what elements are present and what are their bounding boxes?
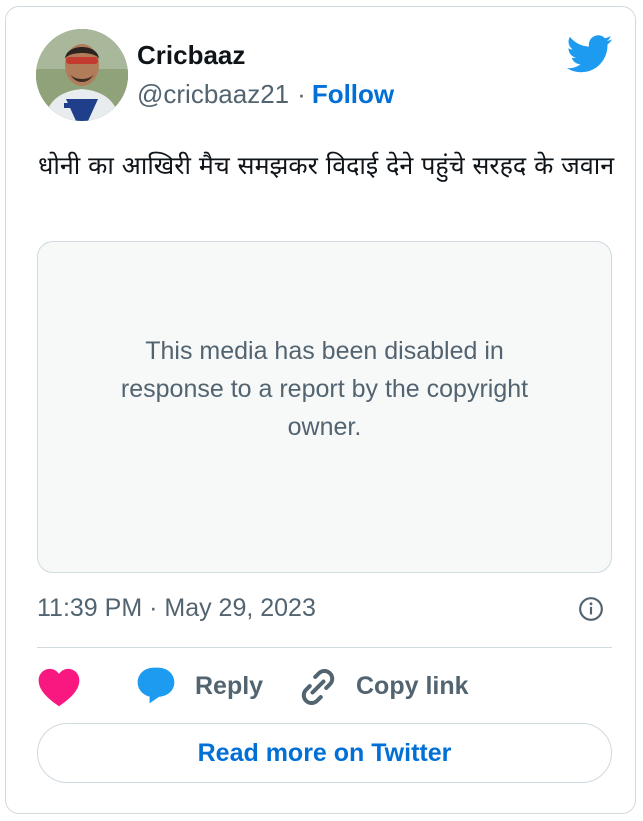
reply-button[interactable]: Reply [195, 671, 263, 701]
tweet-text: धोनी का आखिरी मैच समझकर विदाई देने पहुंच… [38, 151, 615, 180]
author-handle-row: @cricbaaz21 · Follow [137, 79, 394, 109]
read-more-button[interactable]: Read more on Twitter [37, 723, 612, 783]
tweet-actions: Reply Copy link [6, 663, 635, 707]
reply-bubble-icon[interactable] [133, 663, 179, 707]
twitter-bird-icon[interactable] [567, 35, 613, 73]
heart-icon[interactable] [37, 667, 81, 707]
avatar[interactable] [36, 29, 128, 121]
copy-link-button[interactable]: Copy link [356, 671, 469, 701]
info-icon[interactable] [578, 596, 604, 622]
author-handle[interactable]: @cricbaaz21 [137, 79, 289, 109]
tweet-timestamp[interactable]: 11:39 PM · May 29, 2023 [37, 592, 316, 624]
tweet-card: Cricbaaz @cricbaaz21 · Follow धोनी का आखिर… [5, 6, 636, 814]
disabled-media-placeholder: This media has been disabled in response… [37, 241, 612, 573]
separator-dot: · [297, 79, 306, 109]
link-icon[interactable] [296, 665, 340, 709]
follow-button[interactable]: Follow [312, 79, 394, 109]
author-name[interactable]: Cricbaaz [137, 40, 245, 70]
divider [37, 647, 612, 648]
avatar-photo [36, 29, 128, 121]
media-disabled-notice: This media has been disabled in response… [120, 337, 529, 441]
